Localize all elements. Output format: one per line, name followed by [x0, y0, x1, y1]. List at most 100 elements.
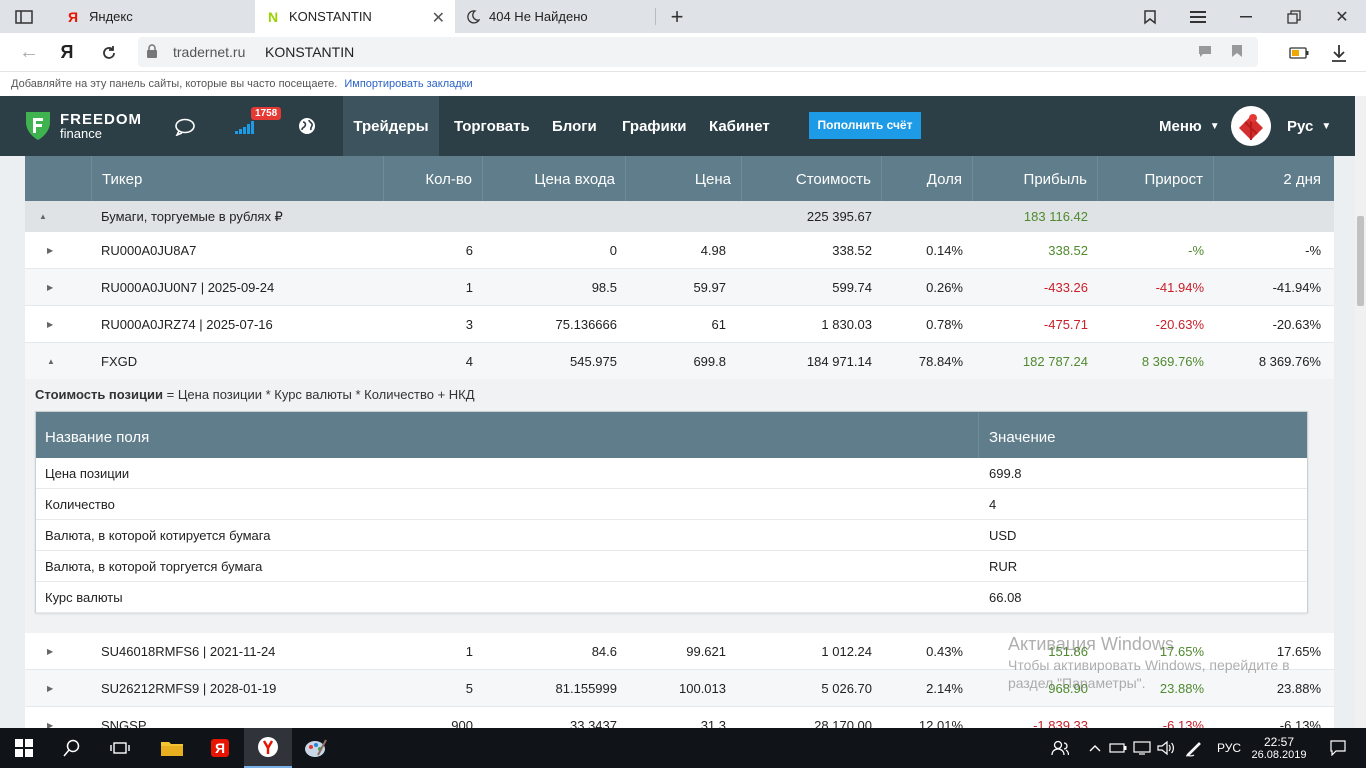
cell-profit: 182 787.24	[1022, 354, 1088, 369]
tab-label: KONSTANTIN	[289, 9, 372, 24]
cell-price: 31.3	[700, 718, 726, 728]
column-profit[interactable]: Прибыль	[973, 156, 1098, 201]
clock[interactable]: 22:57 26.08.2019	[1250, 728, 1308, 768]
expand-arrow-icon[interactable]: ▶	[47, 707, 53, 728]
column-value[interactable]: Стоимость	[742, 156, 882, 201]
column-share[interactable]: Доля	[882, 156, 973, 201]
portfolio-table: Тикер Кол-во Цена входа Цена Стоимость Д…	[25, 156, 1334, 728]
column-growth[interactable]: Прирост	[1098, 156, 1214, 201]
notifications-icon[interactable]	[1318, 728, 1358, 768]
table-row[interactable]: ▲ FXGD 4 545.975 699.8 184 971.14 78.84% 182 78…	[25, 343, 1334, 380]
cell-share: 12.01%	[918, 718, 963, 728]
new-tab-icon[interactable]: +	[657, 0, 697, 33]
tabs-panel-icon[interactable]	[4, 0, 44, 33]
tab-label: Яндекс	[89, 9, 133, 24]
formula-rest: = Цена позиции * Курс валюты * Количеств…	[166, 387, 475, 402]
task-view-icon[interactable]	[96, 728, 144, 768]
file-explorer-icon[interactable]	[148, 728, 196, 768]
tab-yandex[interactable]: Я Яндекс	[55, 0, 255, 33]
collapse-arrow-icon[interactable]: ▲	[47, 343, 55, 380]
table-row[interactable]: ▶ RU000A0JU0N7 | 2025-09-24 1 98.5 59.97 599.…	[25, 269, 1334, 306]
expand-arrow-icon[interactable]: ▶	[47, 633, 53, 670]
network-icon[interactable]	[1130, 728, 1154, 768]
table-row[interactable]: ▶ SU46018RMFS6 | 2021-11-24 1 84.6 99.621 1 0…	[25, 633, 1334, 670]
detail-field-name: Валюта, в которой котируется бумага	[45, 528, 271, 543]
cell-two-days: -41.94%	[1272, 280, 1321, 295]
position-detail: Стоимость позиции = Цена позиции * Курс …	[25, 379, 1334, 633]
formula-bold: Стоимость позиции	[35, 387, 163, 402]
detail-row: Валюта, в которой котируется бумага USD	[36, 520, 1307, 551]
expand-arrow-icon[interactable]: ▶	[47, 306, 53, 343]
avatar[interactable]	[1231, 106, 1271, 146]
table-row[interactable]: ▶ SNGSP 900 33.3437 31.3 28 170.00 12.01% -1 83…	[25, 707, 1334, 728]
search-icon[interactable]	[48, 728, 96, 768]
group-row[interactable]: ▲ Бумаги, торгуемые в рублях ₽ 225 395.6…	[25, 201, 1334, 232]
table-row[interactable]: ▶ RU000A0JRZ74 | 2025-07-16 3 75.136666 61 1 …	[25, 306, 1334, 343]
battery-saver-icon[interactable]	[1282, 33, 1316, 72]
tab-divider	[655, 8, 656, 25]
nav-cabinet[interactable]: Кабинет	[709, 96, 770, 156]
column-two-days[interactable]: 2 дня	[1214, 156, 1334, 201]
chat-icon[interactable]	[175, 118, 195, 139]
input-language[interactable]: РУС	[1211, 728, 1247, 768]
url-field[interactable]: tradernet.ru KONSTANTIN	[138, 37, 1258, 67]
column-entry-price[interactable]: Цена входа	[483, 156, 626, 201]
column-ticker[interactable]: Тикер	[92, 156, 384, 201]
language-dropdown[interactable]: Рус ▼	[1287, 96, 1331, 156]
cell-growth: 23.88%	[1159, 681, 1204, 696]
minimize-icon[interactable]	[1226, 0, 1266, 33]
site-favicon-icon: N	[267, 8, 279, 25]
expand-arrow-icon[interactable]: ▶	[47, 269, 53, 306]
scrollbar-thumb[interactable]	[1357, 216, 1364, 306]
volume-icon[interactable]	[1154, 728, 1178, 768]
signal-icon[interactable]	[235, 120, 257, 137]
cell-entry-price: 0	[609, 243, 617, 258]
cell-entry-price: 98.5	[591, 280, 617, 295]
chat-bubble-icon[interactable]	[1198, 45, 1212, 60]
expand-arrow-icon[interactable]: ▶	[47, 670, 53, 707]
restore-icon[interactable]	[1274, 0, 1314, 33]
cell-growth: 8 369.76%	[1141, 354, 1204, 369]
paint-icon[interactable]	[292, 728, 340, 768]
page-scrollbar[interactable]	[1355, 96, 1366, 728]
detail-field-name: Количество	[45, 497, 115, 512]
notification-badge[interactable]: 1758	[251, 107, 282, 120]
topup-button[interactable]: Пополнить счёт	[809, 112, 921, 139]
chevron-up-icon[interactable]	[1084, 728, 1106, 768]
people-icon[interactable]	[1046, 728, 1074, 768]
back-icon[interactable]: ←	[12, 33, 46, 72]
battery-icon[interactable]	[1106, 728, 1130, 768]
bookmark-icon[interactable]	[1231, 44, 1243, 61]
windows-start-icon[interactable]	[0, 728, 48, 768]
menu-icon[interactable]	[1178, 0, 1218, 33]
nav-charts[interactable]: Графики	[622, 96, 687, 156]
cell-two-days: -6.13%	[1279, 718, 1321, 728]
import-bookmarks-link[interactable]: Импортировать закладки	[344, 78, 472, 90]
yandex-home-icon[interactable]: Я	[50, 33, 84, 72]
bookmark-manager-icon[interactable]	[1130, 0, 1170, 33]
cell-value: 1 012.24	[821, 644, 872, 659]
expand-arrow-icon[interactable]: ▶	[47, 232, 53, 269]
cell-value: 184 971.14	[806, 354, 872, 369]
table-row[interactable]: ▶ RU000A0JU8A7 6 0 4.98 338.52 0.14% 338.52 -% -%	[25, 232, 1334, 269]
downloads-icon[interactable]	[1322, 33, 1356, 72]
tab-konstantin[interactable]: N KONSTANTIN ✕	[255, 0, 455, 33]
column-qty[interactable]: Кол-во	[384, 156, 483, 201]
pen-icon[interactable]	[1180, 728, 1208, 768]
nav-traders[interactable]: Трейдеры	[343, 96, 439, 156]
globe-icon[interactable]	[298, 117, 316, 138]
collapse-arrow-icon[interactable]: ▲	[39, 201, 47, 232]
yandex-app-icon[interactable]	[244, 728, 292, 768]
close-window-icon[interactable]: ✕	[1322, 0, 1362, 33]
yandex-browser-icon[interactable]: Я	[196, 728, 244, 768]
nav-trade[interactable]: Торговать	[454, 96, 530, 156]
column-price[interactable]: Цена	[626, 156, 742, 201]
tab-404[interactable]: 404 Не Найдено	[455, 0, 655, 33]
cell-qty: 6	[465, 243, 473, 258]
close-tab-icon[interactable]: ✕	[432, 8, 445, 28]
nav-blogs[interactable]: Блоги	[552, 96, 597, 156]
freedom-logo[interactable]	[24, 110, 52, 145]
table-row[interactable]: ▶ SU26212RMFS9 | 2028-01-19 5 81.155999 100.…	[25, 670, 1334, 707]
menu-dropdown[interactable]: Меню ▼	[1159, 96, 1220, 156]
reload-icon[interactable]	[92, 33, 126, 72]
